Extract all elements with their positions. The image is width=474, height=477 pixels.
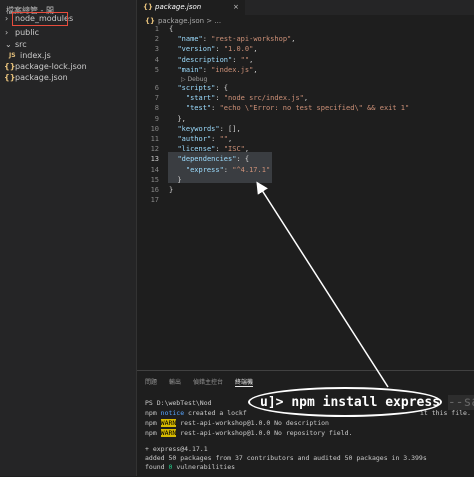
arrow-line <box>256 181 389 388</box>
annotation-arrow <box>256 181 389 388</box>
